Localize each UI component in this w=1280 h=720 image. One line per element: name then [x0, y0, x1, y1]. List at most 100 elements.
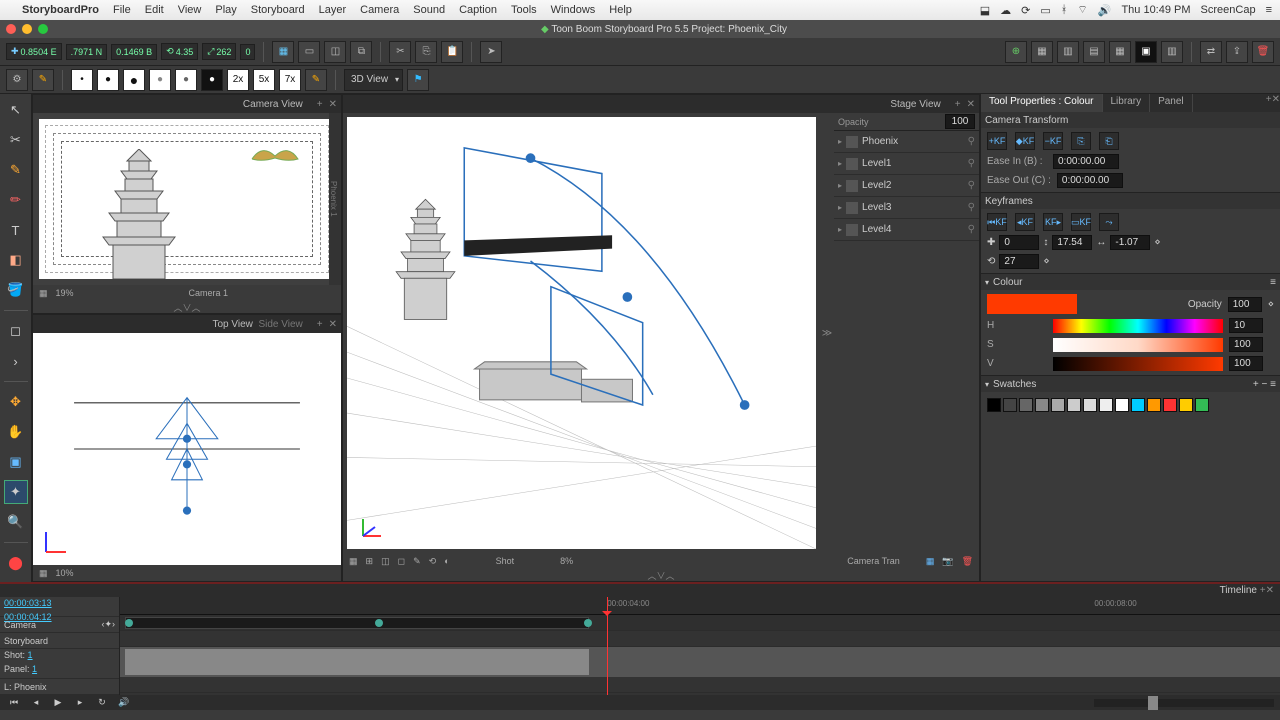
stage-del-icon[interactable]: 🗑	[962, 556, 973, 567]
val-field[interactable]	[1229, 356, 1263, 371]
stage-tool3-icon[interactable]: ◫	[381, 556, 390, 567]
swatch[interactable]	[1003, 398, 1017, 412]
add-view-icon[interactable]: +	[317, 99, 323, 110]
tb-cut-icon[interactable]: ✂	[389, 41, 411, 63]
view-mode-dropdown[interactable]: 3D View	[344, 69, 403, 91]
brush-circle-2[interactable]: ●	[97, 69, 119, 91]
kf-paste-icon[interactable]: ⎗	[1099, 132, 1119, 150]
brush-tool-icon[interactable]: ✎	[4, 158, 28, 182]
zoom-slider[interactable]	[1094, 699, 1274, 707]
ease-out-field[interactable]	[1057, 173, 1123, 188]
brush-5x[interactable]: 5x	[253, 69, 275, 91]
minimize-window-icon[interactable]	[22, 24, 32, 34]
screencap[interactable]: ScreenCap	[1201, 4, 1256, 16]
val-slider[interactable]	[1053, 357, 1223, 371]
stage-tool6-icon[interactable]: ⟲	[429, 556, 437, 567]
camera-transform-header[interactable]: Camera Transform	[981, 112, 1280, 128]
coord-z-field[interactable]	[1110, 235, 1150, 250]
collapse-icon[interactable]: ︿∨︿	[33, 301, 341, 313]
brush-circle-3[interactable]: ●	[123, 69, 145, 91]
tb-paste-icon[interactable]: 📋	[441, 41, 463, 63]
top-view-tab[interactable]: Top View	[213, 319, 253, 330]
layer-row[interactable]: ▸Level3⚲	[834, 197, 979, 219]
menu-tools[interactable]: Tools	[511, 4, 537, 16]
swatch[interactable]	[1163, 398, 1177, 412]
stage-tool4-icon[interactable]: ◻	[398, 556, 405, 567]
record-icon[interactable]: ⬤	[4, 551, 28, 575]
lock-icon[interactable]: ⚲	[968, 136, 975, 147]
tab-library[interactable]: Library	[1103, 94, 1151, 112]
camera-view-canvas[interactable]: Phoenix 1	[33, 113, 341, 285]
play-icon[interactable]: ▶	[50, 696, 66, 710]
stage-collapse-icon[interactable]: ︿∨︿	[343, 569, 979, 581]
tb-copy-icon[interactable]: ⎘	[415, 41, 437, 63]
close-topview-icon[interactable]: ✕	[329, 319, 337, 330]
layer-track[interactable]	[120, 677, 1280, 693]
tb-window-icon[interactable]: ▦	[272, 41, 294, 63]
shape-tool-icon[interactable]: ◻	[4, 319, 28, 343]
coord-r-field[interactable]	[999, 254, 1039, 269]
thumbnail-track[interactable]	[120, 647, 1280, 677]
swatch[interactable]	[987, 398, 1001, 412]
swatches-header[interactable]: ▾Swatches+ − ≡	[981, 376, 1280, 392]
camera-grid-icon[interactable]: ▦	[39, 288, 48, 299]
tb-board5-icon[interactable]: ▥	[1161, 41, 1183, 63]
coord-y-field[interactable]	[1052, 235, 1092, 250]
mac-menubar[interactable]: StoryboardPro File Edit View Play Storyb…	[0, 0, 1280, 20]
tl-panel-val[interactable]: 1	[32, 664, 37, 674]
tb-share-icon[interactable]: ⇪	[1226, 41, 1248, 63]
stage-chevron-icon[interactable]: ≫	[820, 113, 834, 553]
side-view-tab[interactable]: Side View	[258, 319, 302, 330]
stage-3d-canvas[interactable]	[347, 117, 816, 549]
layer-row[interactable]: ▸Level1⚲	[834, 153, 979, 175]
layer-transform-icon[interactable]: ✥	[4, 390, 28, 414]
layer-row[interactable]: ▸Phoenix⚲	[834, 131, 979, 153]
layer-row[interactable]: ▸Level2⚲	[834, 175, 979, 197]
tb-board1-icon[interactable]: ▥	[1057, 41, 1079, 63]
stage-tool7-icon[interactable]: ◐	[444, 556, 449, 566]
menu-file[interactable]: File	[113, 4, 131, 16]
close-stage-icon[interactable]: ✕	[967, 99, 975, 110]
kf-curve-icon[interactable]: ⤳	[1099, 213, 1119, 231]
kf-nav-first-icon[interactable]: ⏮KF	[987, 213, 1007, 231]
close-tab-icon[interactable]: ✕	[1272, 94, 1280, 112]
swatch[interactable]	[1147, 398, 1161, 412]
kf-box-icon[interactable]: ▭KF	[1071, 213, 1091, 231]
swatch[interactable]	[1131, 398, 1145, 412]
lock-icon[interactable]: ⚲	[968, 158, 975, 169]
brush-pick-icon[interactable]: ✎	[32, 69, 54, 91]
swatch[interactable]	[1115, 398, 1129, 412]
brush-soft-1[interactable]: ●	[149, 69, 171, 91]
eraser-tool-icon[interactable]: ◧	[4, 248, 28, 272]
kf-nav-prev-icon[interactable]: ◂KF	[1015, 213, 1035, 231]
stage-tool2-icon[interactable]: ⊞	[366, 556, 374, 567]
stage-thumb-icon[interactable]: ▦	[926, 556, 935, 567]
menu-camera[interactable]: Camera	[360, 4, 399, 16]
swatch[interactable]	[1083, 398, 1097, 412]
tb-bin-icon[interactable]: 🗑	[1252, 41, 1274, 63]
brush-soft-2[interactable]: ●	[175, 69, 197, 91]
pencil-tool-icon[interactable]: ✏	[4, 188, 28, 212]
add-stage-icon[interactable]: +	[955, 99, 961, 110]
bbox-tool-icon[interactable]: ▣	[4, 450, 28, 474]
playhead[interactable]	[607, 597, 608, 695]
sound-icon[interactable]: 🔊	[116, 696, 132, 710]
swatch[interactable]	[1195, 398, 1209, 412]
lock-icon[interactable]: ⚲	[968, 180, 975, 191]
menu-play[interactable]: Play	[215, 4, 236, 16]
side-tab[interactable]: Phoenix 1	[329, 113, 341, 285]
select-tool-icon[interactable]: ↖	[4, 98, 28, 122]
colour-menu-icon[interactable]: ≡	[1270, 277, 1276, 288]
current-colour-swatch[interactable]	[987, 294, 1077, 314]
menu-storyboard[interactable]: Storyboard	[251, 4, 305, 16]
swatch[interactable]	[1179, 398, 1193, 412]
swatch[interactable]	[1019, 398, 1033, 412]
colour-opacity-field[interactable]	[1228, 297, 1262, 312]
kf-nav-next-icon[interactable]: KF▸	[1043, 213, 1063, 231]
brush-2x[interactable]: 2x	[227, 69, 249, 91]
swatch-add-icon[interactable]: +	[1253, 379, 1259, 390]
brush-reset-icon[interactable]: ✎	[305, 69, 327, 91]
brush-circle-1[interactable]: •	[71, 69, 93, 91]
layer-row[interactable]: ▸Level4⚲	[834, 219, 979, 241]
text-tool-icon[interactable]: T	[4, 218, 28, 242]
